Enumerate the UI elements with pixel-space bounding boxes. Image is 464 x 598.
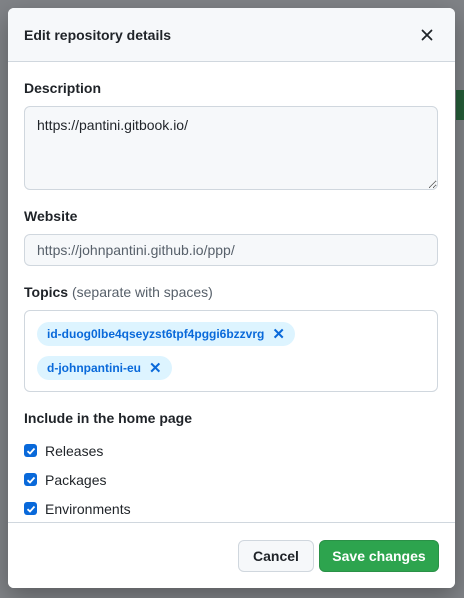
remove-topic-icon[interactable]: ✕: [272, 327, 285, 342]
packages-label: Packages: [45, 471, 107, 488]
environments-label: Environments: [45, 500, 131, 517]
topic-row: d-johnpantini-eu ✕: [37, 351, 425, 385]
website-field[interactable]: [24, 234, 438, 266]
dialog-footer: Cancel Save changes: [8, 522, 455, 588]
topics-note: (separate with spaces): [71, 284, 213, 300]
close-icon: [421, 29, 433, 40]
topics-label-text: Topics: [24, 284, 69, 300]
check-icon: [26, 476, 35, 484]
releases-option[interactable]: Releases: [24, 436, 439, 465]
check-icon: [26, 505, 35, 513]
home-page-section: Include in the home page Releases Packag…: [24, 410, 439, 523]
environments-option[interactable]: Environments: [24, 494, 439, 523]
description-label: Description: [24, 80, 102, 96]
releases-label: Releases: [45, 442, 104, 459]
dialog-title: Edit repository details: [24, 26, 172, 43]
description-field[interactable]: https://pantini.gitbook.io/: [24, 106, 438, 190]
environments-checkbox[interactable]: [24, 502, 37, 515]
topic-label: d-johnpantini-eu: [47, 361, 141, 375]
description-section: Description https://pantini.gitbook.io/: [24, 80, 439, 190]
close-button[interactable]: [415, 23, 439, 47]
packages-option[interactable]: Packages: [24, 465, 439, 494]
edit-repository-dialog: Edit repository details Description http…: [8, 8, 455, 588]
cancel-button[interactable]: Cancel: [238, 539, 314, 572]
topic-tag: d-johnpantini-eu ✕: [37, 356, 172, 380]
topics-section: Topics (separate with spaces) id-duog0lb…: [24, 284, 439, 392]
releases-checkbox[interactable]: [24, 444, 37, 457]
topic-label: id-duog0lbe4qseyzst6tpf4pggi6bzzvrg: [47, 327, 265, 341]
remove-topic-icon[interactable]: ✕: [149, 361, 162, 376]
save-changes-button[interactable]: Save changes: [319, 539, 439, 572]
dialog-body: Description https://pantini.gitbook.io/ …: [8, 62, 455, 523]
topic-row: id-duog0lbe4qseyzst6tpf4pggi6bzzvrg ✕: [37, 317, 425, 351]
dialog-header: Edit repository details: [8, 8, 455, 62]
topic-tag: id-duog0lbe4qseyzst6tpf4pggi6bzzvrg ✕: [37, 322, 295, 346]
check-icon: [26, 447, 35, 455]
website-section: Website: [24, 208, 439, 266]
packages-checkbox[interactable]: [24, 473, 37, 486]
home-page-label: Include in the home page: [24, 410, 193, 426]
topics-label: Topics (separate with spaces): [24, 284, 439, 300]
topics-input[interactable]: id-duog0lbe4qseyzst6tpf4pggi6bzzvrg ✕ d-…: [24, 310, 438, 392]
website-label: Website: [24, 208, 78, 224]
